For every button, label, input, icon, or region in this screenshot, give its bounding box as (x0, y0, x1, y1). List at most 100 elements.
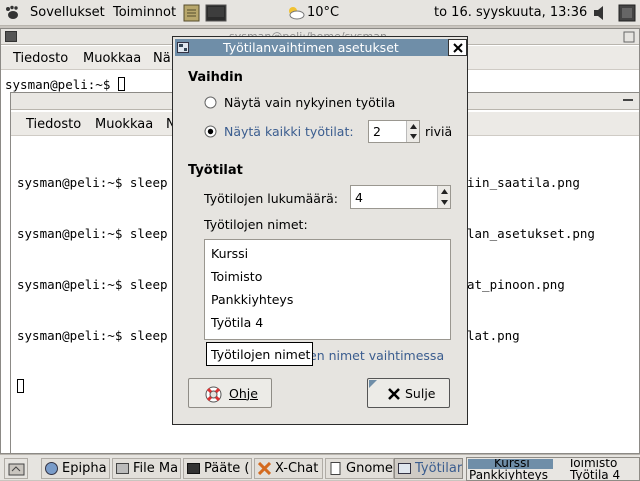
applications-menu[interactable]: Sovellukset (30, 5, 105, 20)
terminal-line-fragment: lan_asetukset.png (467, 226, 595, 241)
terminal-launcher-icon[interactable] (205, 4, 227, 22)
radio-current-only-label: Näytä vain nykyinen työtila (224, 95, 396, 110)
document-icon (330, 462, 341, 475)
count-spin-arrows[interactable] (437, 186, 450, 208)
workspace-switcher-preferences-dialog: Työtilanvaihtimen asetukset Vaihdin Näyt… (172, 36, 468, 425)
weather-temperature[interactable]: 10°C (307, 5, 339, 20)
pager-workspace-1[interactable]: Kurssi (468, 459, 553, 469)
list-item[interactable]: Toimisto (211, 269, 262, 284)
help-button[interactable]: Ohje (188, 378, 272, 408)
radio-button[interactable] (204, 96, 217, 109)
help-button-label: Ohje (229, 386, 258, 401)
close-button-label: Sulje (405, 386, 436, 401)
pager-workspace-3[interactable]: Pankkiyhteys (468, 469, 553, 480)
weather-cloud-icon (289, 7, 305, 20)
terminal-line: sysman@peli:~$ sleep (17, 175, 168, 190)
top-panel: Sovellukset Toiminnot 10°C to 16. syysku… (0, 0, 640, 26)
prompt-text: sysman@peli:~$ (5, 77, 118, 92)
dialog-titlebar[interactable]: Työtilanvaihtimen asetukset (175, 39, 465, 56)
radio-button-selected[interactable] (204, 125, 217, 138)
radio-show-all-label: Näytä kaikki työtilat: (224, 124, 354, 139)
cursor (117, 77, 125, 91)
workspace-count-label: Työtilojen lukumäärä: (204, 191, 338, 206)
list-item[interactable]: Työtila 4 (211, 315, 263, 330)
menu-edit[interactable]: Muokkaa (95, 117, 153, 132)
workspace-count-value[interactable]: 4 (355, 190, 363, 205)
task-gnome[interactable]: Gnome (325, 458, 394, 479)
task-workspace-prefs[interactable]: Työtilar (394, 458, 463, 479)
rows-spinbutton[interactable]: 2 (368, 120, 420, 143)
tooltip: Työtilojen nimet (206, 342, 313, 366)
cursor (17, 379, 24, 393)
maximize-icon[interactable] (623, 31, 635, 43)
arrow-up-icon[interactable] (410, 124, 417, 129)
terminal-front-output-right: iin_saatila.png lan_asetukset.png at_pin… (467, 140, 595, 378)
rows-value[interactable]: 2 (373, 124, 381, 139)
pager-label: Työtila 4 (570, 469, 621, 480)
show-names-option-partial[interactable]: en nimet vaihtimessa (309, 348, 444, 363)
task-label: Työtilar (415, 461, 463, 476)
close-x-icon (388, 388, 400, 400)
task-file-manager[interactable]: File Ma (112, 458, 181, 479)
show-desktop-button[interactable] (4, 458, 28, 479)
task-epiphany[interactable]: Epipha (41, 458, 110, 479)
pager-workspace-2[interactable]: Toimisto (554, 459, 639, 469)
dialog-close-button[interactable] (448, 39, 467, 56)
workspaces-heading: Työtilat (188, 163, 243, 178)
dialog-title: Työtilanvaihtimen asetukset (223, 40, 399, 55)
volume-icon[interactable] (592, 5, 608, 21)
task-label: Epipha (62, 461, 107, 476)
terminal-front-output: sysman@peli:~$ sleep sysman@peli:~$ slee… (17, 140, 168, 427)
terminal-line: sysman@peli:~$ sleep (17, 277, 168, 292)
rows-unit-label: riviä (425, 124, 453, 139)
menu-edit[interactable]: Muokkaa (83, 51, 141, 66)
default-corner-icon (369, 380, 377, 388)
close-button[interactable]: Sulje (367, 378, 450, 408)
radio-current-only[interactable]: Näytä vain nykyinen työtila (204, 95, 444, 113)
task-label: X-Chat (275, 461, 319, 476)
terminal-line-fragment: lat.png (467, 328, 520, 343)
show-desktop-icon (8, 463, 25, 476)
menu-view[interactable]: Nä (153, 51, 171, 66)
terminal-window-icon[interactable] (5, 31, 17, 42)
tooltip-text: Työtilojen nimet (211, 347, 311, 362)
text-editor-launcher-icon[interactable] (183, 4, 200, 22)
rows-spin-arrows[interactable] (406, 121, 419, 142)
workspace-names-list[interactable]: Kurssi Toimisto Pankkiyhteys Työtila 4 (204, 239, 451, 340)
menu-file[interactable]: Tiedosto (26, 117, 81, 132)
terminal-line-fragment: at_pinoon.png (467, 277, 565, 292)
task-label: Pääte ( (204, 461, 250, 476)
task-label: Gnome (346, 461, 393, 476)
radio-show-all[interactable]: Näytä kaikki työtilat: (204, 124, 384, 142)
workspace-pager[interactable]: Kurssi Toimisto Pankkiyhteys Työtila 4 (466, 457, 640, 481)
arrow-down-icon[interactable] (441, 200, 448, 205)
menu-file[interactable]: Tiedosto (13, 51, 68, 66)
gnome-foot-icon[interactable] (4, 5, 20, 21)
bottom-panel: Epipha File Ma Pääte ( X-Chat Gnome Työt… (0, 454, 640, 481)
terminal-icon (187, 463, 200, 474)
task-xchat[interactable]: X-Chat (254, 458, 323, 479)
list-item[interactable]: Kurssi (211, 246, 248, 261)
minimize-icon[interactable] (623, 99, 633, 103)
workspace-switcher-icon[interactable] (177, 42, 189, 53)
pager-label: Pankkiyhteys (469, 469, 549, 480)
task-terminal[interactable]: Pääte ( (183, 458, 252, 479)
arrow-up-icon[interactable] (441, 189, 448, 194)
terminal-line-fragment: iin_saatila.png (467, 175, 580, 190)
task-label: File Ma (133, 461, 179, 476)
pager-workspace-4[interactable]: Työtila 4 (554, 469, 639, 480)
actions-menu[interactable]: Toiminnot (113, 5, 176, 20)
file-manager-icon (116, 463, 129, 474)
pager-label: Kurssi (494, 459, 530, 469)
workspace-names-label: Työtilojen nimet: (204, 217, 308, 232)
terminal-line: sysman@peli:~$ sleep (17, 328, 168, 343)
workspace-switcher-icon (398, 463, 411, 474)
xchat-icon (258, 462, 271, 475)
epiphany-icon (45, 462, 58, 475)
shutdown-icon[interactable] (618, 4, 636, 22)
list-item[interactable]: Pankkiyhteys (211, 292, 293, 307)
workspace-count-spinbutton[interactable]: 4 (350, 185, 451, 209)
clock[interactable]: to 16. syyskuuta, 13:36 (434, 5, 587, 20)
pager-label: Toimisto (568, 459, 618, 469)
arrow-down-icon[interactable] (410, 134, 417, 139)
